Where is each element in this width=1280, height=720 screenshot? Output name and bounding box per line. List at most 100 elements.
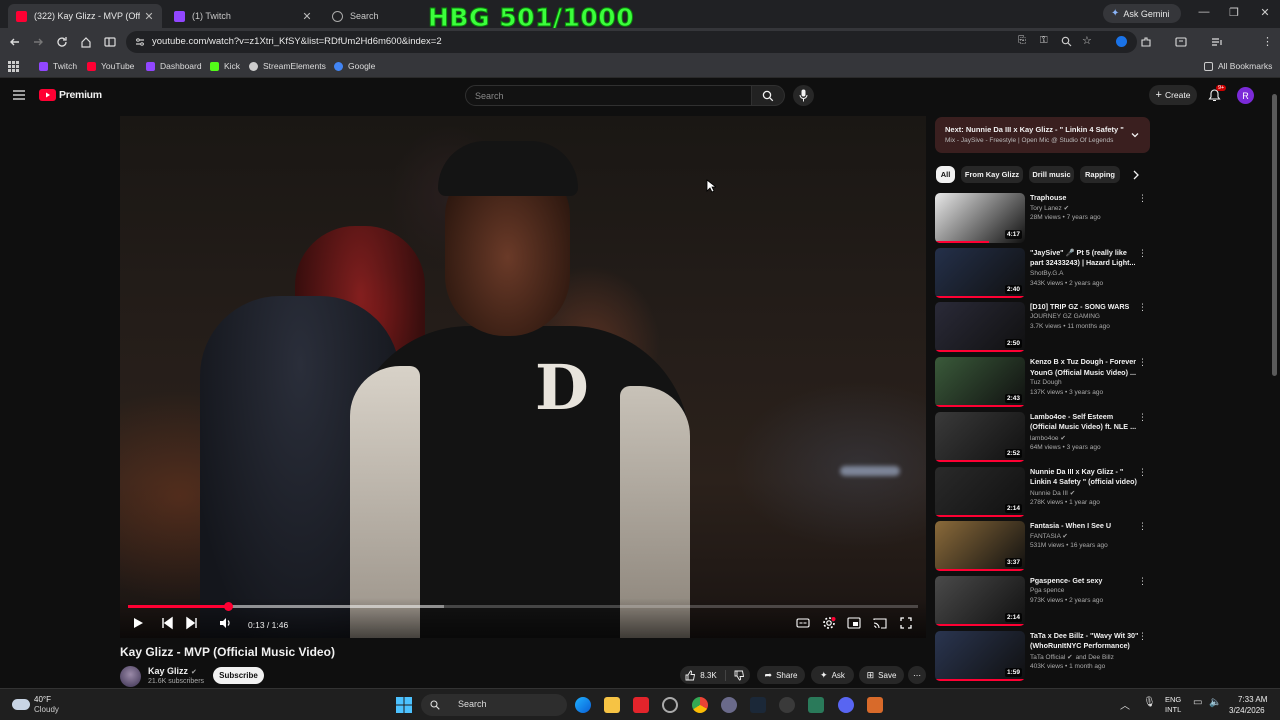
brave-icon[interactable]: [867, 697, 883, 713]
next-icon[interactable]: [185, 616, 199, 630]
search-input[interactable]: Search: [465, 85, 752, 106]
reload-icon[interactable]: [55, 35, 69, 49]
bookmark-kick[interactable]: Kick: [210, 61, 240, 71]
recommendation-channel[interactable]: Nunnie Da III ✔: [1030, 489, 1075, 497]
split-view-icon[interactable]: [1174, 35, 1188, 49]
file-explorer-icon[interactable]: [604, 697, 620, 713]
up-next-panel[interactable]: Next: Nunnie Da III x Kay Glizz - " Link…: [935, 117, 1150, 153]
ask-button[interactable]: ✦ Ask: [811, 666, 854, 684]
extensions-puzzle-icon[interactable]: [1139, 35, 1153, 49]
media-controls-icon[interactable]: [1210, 35, 1224, 49]
adobe-icon[interactable]: [633, 697, 649, 713]
extension-badge-icon[interactable]: [1116, 36, 1127, 47]
recommendation-title[interactable]: TaTa x Dee Billz - "Wavy Wit 30" (WhoRun…: [1030, 631, 1140, 652]
subscribe-button[interactable]: Subscribe: [213, 667, 264, 684]
chevron-right-icon[interactable]: [1132, 170, 1140, 180]
more-vertical-icon[interactable]: ⋮: [1138, 248, 1147, 259]
more-vertical-icon[interactable]: ⋮: [1138, 302, 1147, 313]
bookmark-twitch[interactable]: Twitch: [39, 61, 77, 71]
recommendation-title[interactable]: Pgaspence- Get sexy: [1030, 576, 1140, 587]
recommendation-channel[interactable]: Pga spence: [1030, 587, 1064, 594]
close-tab-icon[interactable]: ✕: [302, 10, 312, 23]
edge-icon[interactable]: [575, 697, 591, 713]
like-button[interactable]: 8.3K: [685, 669, 726, 681]
steam-icon[interactable]: [750, 697, 766, 713]
language-layout[interactable]: INTL: [1165, 705, 1181, 714]
minimize-icon[interactable]: —: [1197, 6, 1211, 18]
more-vertical-icon[interactable]: ⋮: [1138, 467, 1147, 478]
recommendation-item[interactable]: 2:52 Lambo4oe - Self Esteem (Official Mus…: [935, 411, 1150, 464]
page-scrollbar[interactable]: [1272, 94, 1277, 376]
back-arrow-icon[interactable]: [8, 35, 22, 49]
recommendation-channel[interactable]: JOURNEY GZ GAMING: [1030, 313, 1100, 320]
more-actions-button[interactable]: ⋯: [908, 666, 926, 684]
hamburger-menu-icon[interactable]: [13, 90, 25, 100]
network-icon[interactable]: ▭: [1193, 697, 1202, 708]
volume-icon[interactable]: [218, 616, 232, 630]
clock-time[interactable]: 7:33 AM: [1238, 695, 1267, 704]
recommendation-item[interactable]: 4:17 Traphouse Tory Lanez ✔ 28M views • 7 y…: [935, 193, 1150, 245]
chip-from-kay-glizz[interactable]: From Kay Glizz: [961, 166, 1023, 183]
microphone-icon[interactable]: 🎙: [1143, 697, 1156, 708]
close-window-icon[interactable]: ✕: [1258, 6, 1272, 19]
recommendation-item[interactable]: 2:40 "JaySive" 🎤 Pt 5 (really like part 3…: [935, 247, 1150, 300]
tab-search[interactable]: Search: [324, 4, 424, 28]
dislike-button[interactable]: [726, 670, 745, 681]
app-circle-icon[interactable]: [662, 697, 678, 713]
tab-youtube[interactable]: (322) Kay Glizz - MVP (Official M ✕: [8, 4, 162, 28]
search-button[interactable]: [752, 85, 785, 106]
recommendation-item[interactable]: 1:59 TaTa x Dee Billz - "Wavy Wit 30" (Wh…: [935, 630, 1150, 683]
video-thumbnail[interactable]: 2:14: [935, 575, 1025, 626]
all-bookmarks-button[interactable]: All Bookmarks: [1204, 61, 1272, 71]
notifications-button[interactable]: 9+: [1208, 85, 1227, 102]
bookmark-youtube[interactable]: YouTube: [87, 61, 134, 71]
progress-bar[interactable]: [128, 602, 918, 611]
more-vertical-icon[interactable]: ⋮: [1138, 357, 1147, 368]
recommendation-channel[interactable]: ShotBy.G.A: [1030, 270, 1063, 277]
previous-icon[interactable]: [160, 616, 174, 630]
home-icon[interactable]: [79, 35, 93, 49]
weather-condition[interactable]: Cloudy: [34, 705, 59, 714]
cast-icon[interactable]: [873, 616, 887, 630]
site-info-icon[interactable]: [134, 36, 146, 48]
bookmark-streamelements[interactable]: StreamElements: [249, 61, 326, 71]
recommendation-title[interactable]: Traphouse: [1030, 193, 1140, 204]
recommendation-channel[interactable]: TaTa Official ✔ and Dee Billz: [1030, 653, 1114, 661]
settings-gear-icon[interactable]: [822, 616, 836, 630]
obs-icon[interactable]: [721, 697, 737, 713]
recommendation-title[interactable]: Lambo4oe - Self Esteem (Official Music V…: [1030, 412, 1140, 433]
url-text[interactable]: youtube.com/watch?v=z1Xtri_KfSY&list=RDf…: [152, 36, 442, 47]
speaker-icon[interactable]: 🔈: [1209, 697, 1221, 708]
miniplayer-icon[interactable]: [847, 616, 861, 630]
recommendation-channel[interactable]: lambo4oe ✔: [1030, 434, 1066, 442]
video-thumbnail[interactable]: 2:43: [935, 357, 1025, 408]
recommendation-item[interactable]: 2:43 Kenzo B x Tuz Dough - Forever YounG …: [935, 357, 1150, 409]
chrome-icon[interactable]: [692, 697, 708, 713]
bookmark-star-icon[interactable]: ☆: [1082, 34, 1092, 47]
install-app-icon[interactable]: ⎘: [1018, 35, 1026, 46]
chip-all[interactable]: All: [936, 166, 955, 183]
more-vertical-icon[interactable]: ⋮: [1138, 193, 1147, 204]
save-button[interactable]: ⊞ Save: [859, 666, 904, 684]
fullscreen-icon[interactable]: [899, 616, 913, 630]
video-thumbnail[interactable]: 4:17: [935, 193, 1025, 243]
recommendation-title[interactable]: Kenzo B x Tuz Dough - Forever YounG (Off…: [1030, 357, 1140, 378]
more-vertical-icon[interactable]: ⋮: [1138, 521, 1147, 532]
discord-icon[interactable]: [838, 697, 854, 713]
video-thumbnail[interactable]: 2:52: [935, 411, 1025, 462]
create-button[interactable]: + Create: [1149, 85, 1197, 105]
recommendation-channel[interactable]: Tory Lanez ✔: [1030, 204, 1069, 212]
recommendation-item[interactable]: 3:37 Fantasia - When I See U FANTASIA ✔ 531…: [935, 521, 1150, 573]
taskbar-search[interactable]: Search: [421, 694, 567, 716]
captions-icon[interactable]: [796, 616, 810, 630]
tray-overflow-icon[interactable]: ︿: [1120, 697, 1130, 712]
zoom-icon[interactable]: [1061, 36, 1072, 47]
chip-rapping[interactable]: Rapping: [1080, 166, 1120, 183]
channel-avatar[interactable]: [120, 666, 141, 687]
clock-date[interactable]: 3/24/2026: [1229, 706, 1265, 715]
recommendation-title[interactable]: "JaySive" 🎤 Pt 5 (really like part 32433…: [1030, 248, 1140, 269]
forward-arrow-icon[interactable]: [31, 35, 45, 49]
language-indicator[interactable]: ENG: [1165, 695, 1181, 704]
share-button[interactable]: ➦ Share: [757, 666, 805, 684]
bookmark-dashboard[interactable]: Dashboard: [146, 61, 202, 71]
